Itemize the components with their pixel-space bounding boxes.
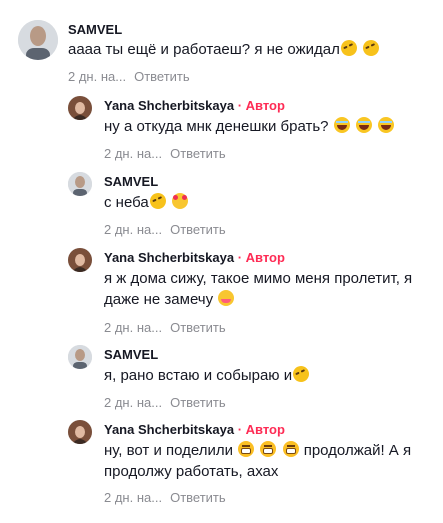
comment-text: аааа ты ещё и работаеш? я не ожидал <box>68 37 428 60</box>
grin-emoji <box>238 441 255 457</box>
rofl-emoji <box>147 190 169 212</box>
avatar[interactable] <box>68 420 92 444</box>
comment-meta: 2 дн. на... Ответить <box>104 146 226 162</box>
smiling-hearts-emoji <box>171 193 188 209</box>
avatar-photo-icon <box>18 20 58 60</box>
avatar[interactable] <box>68 96 92 120</box>
comment-author[interactable]: SAMVEL <box>68 22 122 38</box>
comment-meta: 2 дн. на... Ответить <box>104 320 226 336</box>
laugh-emoji <box>333 117 350 133</box>
comment-text: с неба <box>104 190 434 213</box>
reply-button[interactable]: Ответить <box>170 320 226 335</box>
comment-author[interactable]: Yana Shcherbitskaya · Автор <box>104 250 285 266</box>
comment-author[interactable]: SAMVEL <box>104 174 158 190</box>
comment-text: ну, вот и поделили продолжай! А я продол… <box>104 441 412 480</box>
comment-date: 2 дн. на... <box>104 222 163 237</box>
comment-date: 2 дн. на... <box>104 395 163 410</box>
comment-meta: 2 дн. на... Ответить <box>104 490 226 506</box>
avatar[interactable] <box>68 172 92 196</box>
avatar-photo-icon <box>68 345 92 369</box>
avatar-photo-icon <box>68 420 92 444</box>
comment-author[interactable]: Yana Shcherbitskaya · Автор <box>104 422 285 438</box>
laugh-emoji <box>355 117 372 133</box>
smile-emoji <box>218 290 235 306</box>
comment-date: 2 дн. на... <box>68 69 127 84</box>
grin-emoji <box>260 441 277 457</box>
grin-emoji <box>282 441 299 457</box>
rofl-emoji <box>360 37 382 59</box>
avatar-photo-icon <box>68 248 92 272</box>
comment-date: 2 дн. на... <box>104 490 163 505</box>
avatar[interactable] <box>68 248 92 272</box>
avatar[interactable] <box>68 345 92 369</box>
reply-button[interactable]: Ответить <box>170 395 226 410</box>
author-badge: · Автор <box>237 98 285 113</box>
reply-button[interactable]: Ответить <box>134 69 190 84</box>
comment-text: я, рано встаю и собыраю и <box>104 363 434 386</box>
reply-button[interactable]: Ответить <box>170 146 226 161</box>
comment-author[interactable]: Yana Shcherbitskaya · Автор <box>104 98 285 114</box>
comment-date: 2 дн. на... <box>104 320 163 335</box>
laugh-emoji <box>378 117 395 133</box>
comment-text: ну а откуда мнк денешки брать? <box>104 116 434 137</box>
avatar[interactable] <box>18 20 58 60</box>
reply-button[interactable]: Ответить <box>170 222 226 237</box>
rofl-emoji <box>290 363 312 385</box>
comment-meta: 2 дн. на... Ответить <box>68 69 190 85</box>
comment-meta: 2 дн. на... Ответить <box>104 395 226 411</box>
comment-date: 2 дн. на... <box>104 146 163 161</box>
author-badge: · Автор <box>237 250 285 265</box>
reply-button[interactable]: Ответить <box>170 490 226 505</box>
comment-text: я ж дома сижу, такое мимо меня пролетит,… <box>104 270 413 308</box>
avatar-photo-icon <box>68 172 92 196</box>
rofl-emoji <box>338 37 360 59</box>
comment-meta: 2 дн. на... Ответить <box>104 222 226 238</box>
author-badge: · Автор <box>237 422 285 437</box>
avatar-photo-icon <box>68 96 92 120</box>
comment-author[interactable]: SAMVEL <box>104 347 158 363</box>
